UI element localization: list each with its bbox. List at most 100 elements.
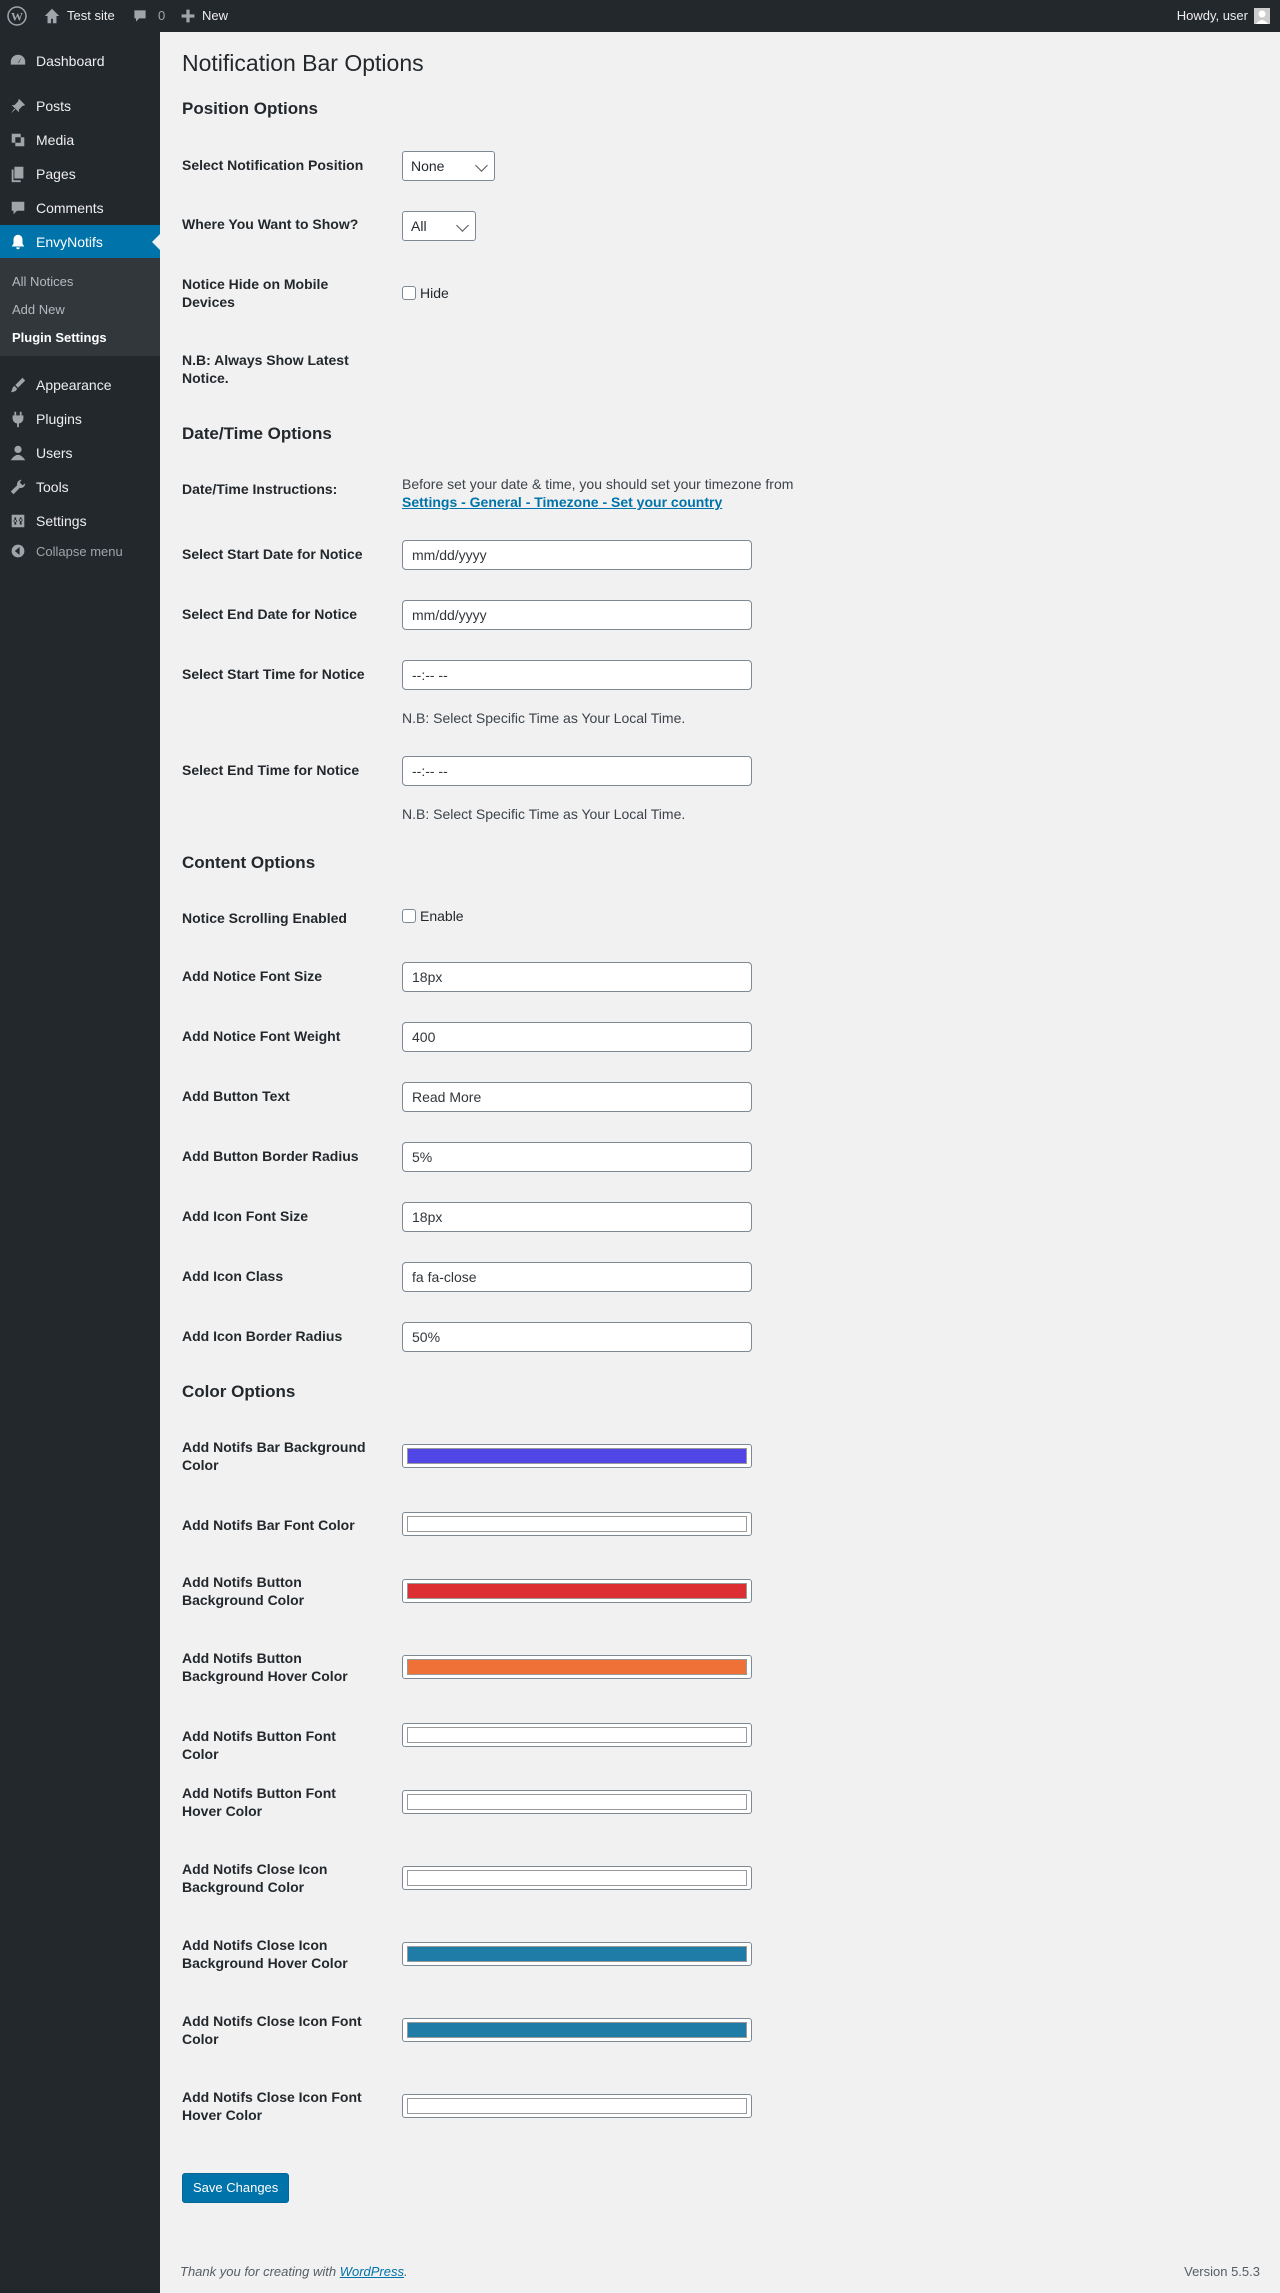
bar-font-color-picker[interactable] — [402, 1512, 752, 1536]
collapse-menu-button[interactable]: Collapse menu — [0, 534, 160, 568]
end-time-note: N.B: Select Specific Time as Your Local … — [402, 806, 686, 822]
menu-dashboard[interactable]: Dashboard — [0, 44, 160, 78]
button-text-label: Add Button Text — [182, 1088, 290, 1104]
font-size-input[interactable]: 18px — [402, 962, 752, 992]
start-time-input[interactable]: --:-- -- — [402, 660, 752, 690]
settings-icon — [0, 512, 36, 530]
start-time-note: N.B: Select Specific Time as Your Local … — [402, 710, 686, 726]
menu-posts[interactable]: Posts — [0, 89, 160, 123]
button-radius-input[interactable]: 5% — [402, 1142, 752, 1172]
where-show-select[interactable]: All — [402, 211, 476, 241]
color-swatch — [407, 1727, 747, 1743]
button-font-color-picker[interactable] — [402, 1723, 752, 1747]
font-size-label: Add Notice Font Size — [182, 968, 322, 984]
svg-text:W: W — [11, 10, 23, 24]
submenu-add-new[interactable]: Add New — [12, 302, 65, 317]
color-swatch — [407, 1659, 747, 1675]
save-changes-button[interactable]: Save Changes — [182, 2173, 290, 2203]
wordpress-link[interactable]: WordPress — [340, 2264, 404, 2279]
timezone-settings-link[interactable]: Settings - General - Timezone - Set your… — [402, 494, 722, 510]
button-radius-label: Add Button Border Radius — [182, 1148, 359, 1164]
icon-size-input[interactable]: 18px — [402, 1202, 752, 1232]
collapse-menu-label: Collapse menu — [36, 543, 123, 559]
button-font-hover-color-picker[interactable] — [402, 1790, 752, 1814]
footer-thanks: Thank you for creating with WordPress. — [180, 2264, 408, 2279]
menu-label: Pages — [36, 166, 76, 182]
color-label: Add Notifs Button Font Hover Color — [182, 1785, 336, 1819]
start-date-input[interactable]: mm/dd/yyyy — [402, 540, 752, 570]
menu-envynotifs[interactable]: EnvyNotifs — [0, 225, 160, 259]
where-show-label: Where You Want to Show? — [182, 216, 359, 232]
wordpress-logo-icon[interactable]: W — [7, 0, 27, 32]
font-weight-input[interactable]: 400 — [402, 1022, 752, 1052]
menu-media[interactable]: Media — [0, 123, 160, 157]
color-swatch — [407, 1583, 747, 1599]
section-colors-heading: Color Options — [182, 1382, 296, 1401]
notification-position-select[interactable]: None — [402, 151, 495, 181]
color-swatch — [407, 1448, 747, 1464]
howdy-text: Howdy, user — [1176, 8, 1248, 23]
menu-settings[interactable]: Settings — [0, 504, 160, 538]
icon-size-label: Add Icon Font Size — [182, 1208, 308, 1224]
scrolling-checkbox[interactable]: Enable — [402, 908, 464, 924]
color-label: Add Notifs Button Font Color — [182, 1728, 336, 1762]
start-date-label: Select Start Date for Notice — [182, 546, 363, 562]
close-icon-font-color-picker[interactable] — [402, 2018, 752, 2042]
bar-background-color-picker[interactable] — [402, 1444, 752, 1468]
footer-version: Version 5.5.3 — [1184, 2264, 1260, 2279]
section-content-heading: Content Options — [182, 853, 316, 872]
menu-appearance[interactable]: Appearance — [0, 368, 160, 402]
menu-label: Comments — [36, 200, 104, 216]
button-background-color-picker[interactable] — [402, 1579, 752, 1603]
hide-mobile-checkbox[interactable]: Hide — [402, 285, 449, 301]
menu-label: Posts — [36, 98, 72, 114]
checkbox-box[interactable] — [402, 286, 416, 300]
dashboard-icon — [0, 52, 36, 70]
close-icon-background-color-picker[interactable] — [402, 1866, 752, 1890]
start-time-label: Select Start Time for Notice — [182, 666, 365, 682]
end-date-label: Select End Date for Notice — [182, 606, 358, 622]
media-icon — [0, 131, 36, 149]
menu-label: Users — [36, 445, 73, 461]
section-position-heading: Position Options — [182, 99, 318, 118]
comments-link[interactable]: 0 — [132, 0, 165, 32]
color-label: Add Notifs Close Icon Background Hover C… — [182, 1937, 348, 1971]
menu-label: Dashboard — [36, 53, 105, 69]
site-name-link[interactable]: Test site — [43, 0, 115, 32]
my-account-link[interactable]: Howdy, user — [1177, 0, 1270, 32]
icon-class-label: Add Icon Class — [182, 1268, 284, 1284]
page-title: Notification Bar Options — [182, 50, 424, 76]
color-swatch — [407, 1794, 747, 1810]
submenu-plugin-settings[interactable]: Plugin Settings — [12, 330, 107, 345]
pages-icon — [0, 165, 36, 183]
menu-pages[interactable]: Pages — [0, 157, 160, 191]
user-icon — [0, 444, 36, 462]
checkbox-box[interactable] — [402, 909, 416, 923]
comments-count: 0 — [158, 8, 166, 23]
scrolling-label: Notice Scrolling Enabled — [182, 910, 347, 926]
button-background-hover-color-picker[interactable] — [402, 1655, 752, 1679]
admin-menu: Dashboard Posts Media Pages Comments Env… — [0, 32, 160, 2293]
datetime-instructions: Before set your date & time, you should … — [402, 475, 922, 511]
icon-class-input[interactable]: fa fa-close — [402, 1262, 752, 1292]
new-label: New — [202, 8, 229, 23]
color-label: Add Notifs Bar Background Color — [182, 1439, 366, 1473]
icon-radius-input[interactable]: 50% — [402, 1322, 752, 1352]
color-label: Add Notifs Close Icon Background Color — [182, 1861, 328, 1895]
new-content-link[interactable]: New — [180, 0, 228, 32]
menu-comments[interactable]: Comments — [0, 191, 160, 225]
chevron-down-icon — [475, 159, 488, 172]
bell-icon — [0, 233, 36, 251]
end-date-input[interactable]: mm/dd/yyyy — [402, 600, 752, 630]
menu-tools[interactable]: Tools — [0, 470, 160, 504]
menu-plugins[interactable]: Plugins — [0, 402, 160, 436]
button-text-input[interactable]: Read More — [402, 1082, 752, 1112]
close-icon-font-hover-color-picker[interactable] — [402, 2094, 752, 2118]
end-time-input[interactable]: --:-- -- — [402, 756, 752, 786]
color-label: Add Notifs Close Icon Font Color — [182, 2013, 362, 2047]
close-icon-background-hover-color-picker[interactable] — [402, 1942, 752, 1966]
submenu-all-notices[interactable]: All Notices — [12, 274, 73, 289]
menu-users[interactable]: Users — [0, 436, 160, 470]
menu-label: Media — [36, 132, 75, 148]
menu-label: EnvyNotifs — [36, 234, 103, 250]
